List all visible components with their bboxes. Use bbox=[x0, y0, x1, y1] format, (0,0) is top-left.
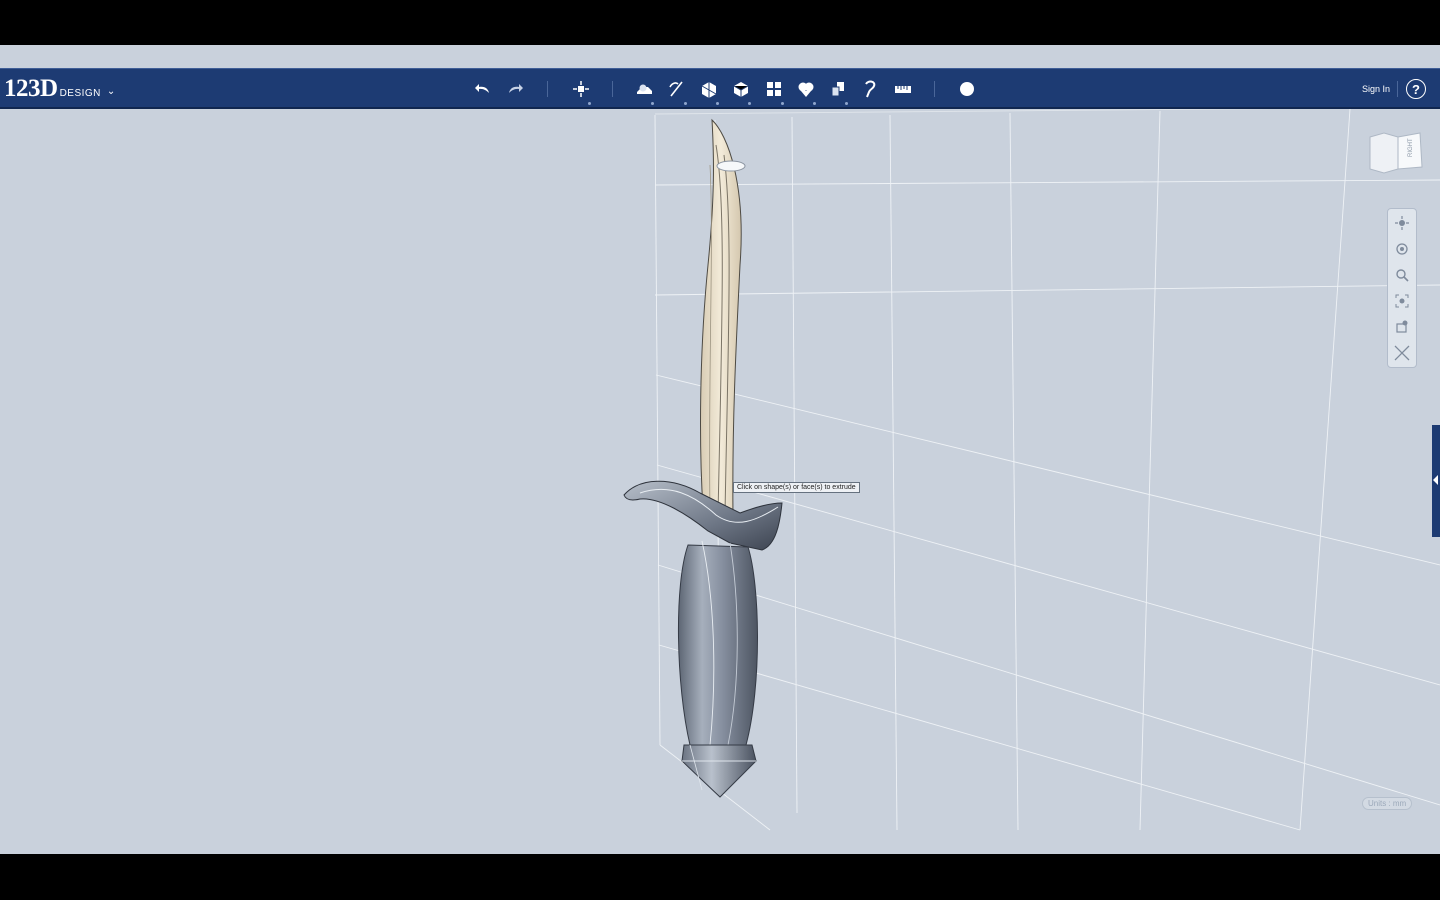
zoom-icon bbox=[1396, 269, 1409, 282]
transform-icon bbox=[573, 81, 589, 97]
dropdown-dot bbox=[845, 102, 848, 105]
toolbar-separator bbox=[934, 81, 935, 97]
construct-button[interactable] bbox=[698, 78, 720, 105]
snap-icon bbox=[865, 80, 876, 98]
orbit-button[interactable] bbox=[1392, 239, 1412, 259]
toolbar-separator bbox=[1397, 81, 1398, 97]
sketch-icon bbox=[669, 81, 683, 97]
app-window: 123D DESIGN ⌄ Sign In ? RIGHT Click on s… bbox=[0, 45, 1440, 854]
snap-button[interactable] bbox=[859, 78, 881, 100]
units-selector[interactable]: Units : mm bbox=[1362, 797, 1413, 810]
chevron-down-icon: ⌄ bbox=[106, 86, 116, 97]
combine-icon bbox=[831, 82, 844, 97]
primitives-button[interactable] bbox=[633, 78, 655, 105]
look-at-icon bbox=[1396, 320, 1408, 333]
pan-button[interactable] bbox=[1392, 213, 1412, 233]
fit-icon bbox=[1395, 294, 1409, 308]
pattern-icon bbox=[767, 82, 781, 96]
viewport-3d[interactable] bbox=[0, 45, 1440, 854]
side-panel-toggle[interactable] bbox=[1432, 425, 1440, 537]
sketch-button[interactable] bbox=[666, 78, 688, 105]
view-cube-face-label: RIGHT bbox=[1408, 138, 1414, 157]
app-logo-sub: DESIGN bbox=[59, 88, 101, 99]
transform-button[interactable] bbox=[570, 78, 592, 105]
dropdown-dot bbox=[781, 102, 784, 105]
app-logo: 123D bbox=[4, 75, 58, 102]
material-button[interactable] bbox=[956, 78, 978, 100]
undo-icon bbox=[475, 84, 489, 93]
look-at-button[interactable] bbox=[1392, 317, 1412, 337]
modify-button[interactable] bbox=[730, 78, 752, 105]
dropdown-dot bbox=[684, 102, 687, 105]
main-toolbar: 123D DESIGN ⌄ Sign In ? bbox=[0, 68, 1440, 109]
grouping-icon bbox=[798, 82, 814, 97]
material-icon bbox=[960, 82, 974, 96]
pan-icon bbox=[1395, 216, 1409, 230]
toolbar-separator bbox=[547, 81, 548, 97]
view-cube[interactable]: RIGHT bbox=[1368, 131, 1424, 175]
navigation-bar bbox=[1387, 208, 1417, 368]
measure-icon bbox=[895, 86, 911, 93]
measure-button[interactable] bbox=[892, 78, 914, 100]
grid-plane bbox=[654, 106, 1440, 831]
dropdown-dot bbox=[588, 102, 591, 105]
construct-icon bbox=[701, 82, 717, 98]
perspective-icon bbox=[1394, 345, 1410, 361]
help-button[interactable]: ? bbox=[1406, 79, 1426, 99]
dagger-handle[interactable] bbox=[677, 540, 758, 798]
sign-in-link[interactable]: Sign In bbox=[1362, 84, 1390, 94]
undo-button[interactable] bbox=[472, 78, 494, 100]
app-menu-button[interactable]: 123D DESIGN ⌄ bbox=[4, 75, 115, 103]
toolbar-separator bbox=[612, 81, 613, 97]
fit-button[interactable] bbox=[1392, 291, 1412, 311]
dropdown-dot bbox=[716, 102, 719, 105]
dropdown-dot bbox=[748, 102, 751, 105]
modify-icon bbox=[733, 82, 749, 97]
dropdown-dot bbox=[651, 102, 654, 105]
redo-icon bbox=[509, 84, 523, 93]
primitives-icon bbox=[637, 84, 652, 94]
video-letterbox-top bbox=[0, 0, 1440, 45]
grouping-button[interactable] bbox=[795, 78, 817, 105]
extrude-tooltip: Click on shape(s) or face(s) to extrude bbox=[733, 482, 860, 493]
combine-button[interactable] bbox=[827, 78, 849, 105]
zoom-button[interactable] bbox=[1392, 265, 1412, 285]
pattern-button[interactable] bbox=[763, 78, 785, 105]
perspective-button[interactable] bbox=[1392, 343, 1412, 363]
dropdown-dot bbox=[813, 102, 816, 105]
dagger-blade[interactable] bbox=[700, 118, 746, 524]
redo-button[interactable] bbox=[504, 78, 526, 100]
orbit-icon bbox=[1396, 243, 1408, 255]
video-letterbox-bottom bbox=[0, 854, 1440, 900]
